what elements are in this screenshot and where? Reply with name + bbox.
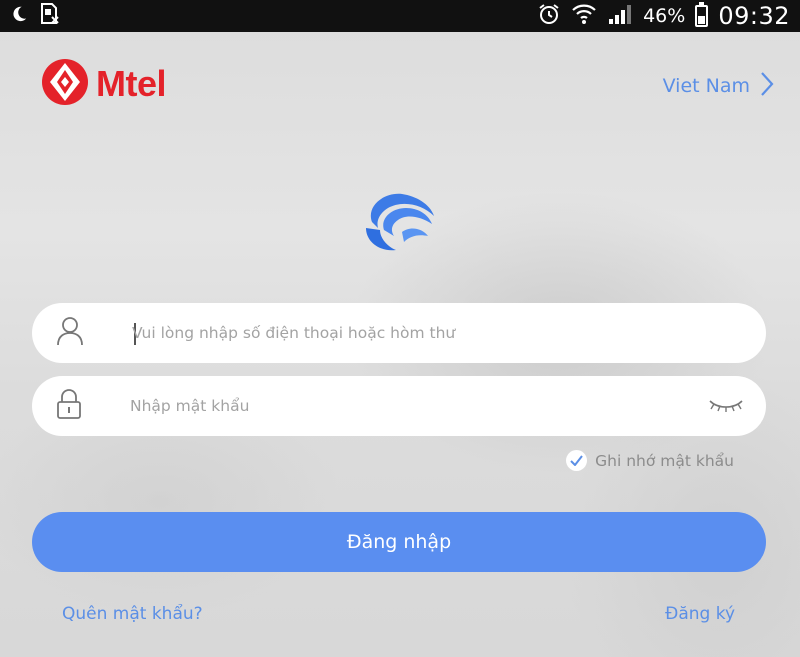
check-icon[interactable] xyxy=(566,450,588,471)
brand-logo: Mtel xyxy=(40,57,167,111)
battery-icon xyxy=(695,2,709,27)
login-button[interactable]: Đăng nhập xyxy=(32,512,766,572)
remember-password-label: Ghi nhớ mật khẩu xyxy=(595,451,734,470)
mtel-logo-icon xyxy=(40,57,90,111)
lock-icon xyxy=(56,388,82,424)
region-label: Viet Nam xyxy=(662,75,750,97)
region-selector[interactable]: Viet Nam xyxy=(663,71,774,101)
password-input[interactable] xyxy=(130,376,696,436)
signal-icon xyxy=(607,3,633,29)
battery-percent: 46% xyxy=(643,5,686,27)
remember-password-toggle[interactable]: Ghi nhớ mật khẩu xyxy=(566,450,734,471)
username-input[interactable] xyxy=(130,303,696,363)
eye-closed-icon[interactable] xyxy=(708,395,744,417)
alarm-icon xyxy=(537,2,561,30)
wifi-icon xyxy=(571,2,597,30)
brand-name: Mtel xyxy=(96,63,167,104)
forgot-password-link[interactable]: Quên mật khẩu? xyxy=(62,604,203,624)
status-bar: 46% 09:32 xyxy=(0,0,800,32)
username-field[interactable] xyxy=(32,303,766,363)
clock-time: 09:32 xyxy=(718,2,790,30)
moon-icon xyxy=(10,5,28,27)
sim-card-icon xyxy=(40,3,60,29)
password-field[interactable] xyxy=(32,376,766,436)
user-icon xyxy=(56,316,84,350)
app-logo-icon xyxy=(358,188,438,258)
chevron-right-icon xyxy=(760,71,774,101)
register-link[interactable]: Đăng ký xyxy=(665,604,735,624)
